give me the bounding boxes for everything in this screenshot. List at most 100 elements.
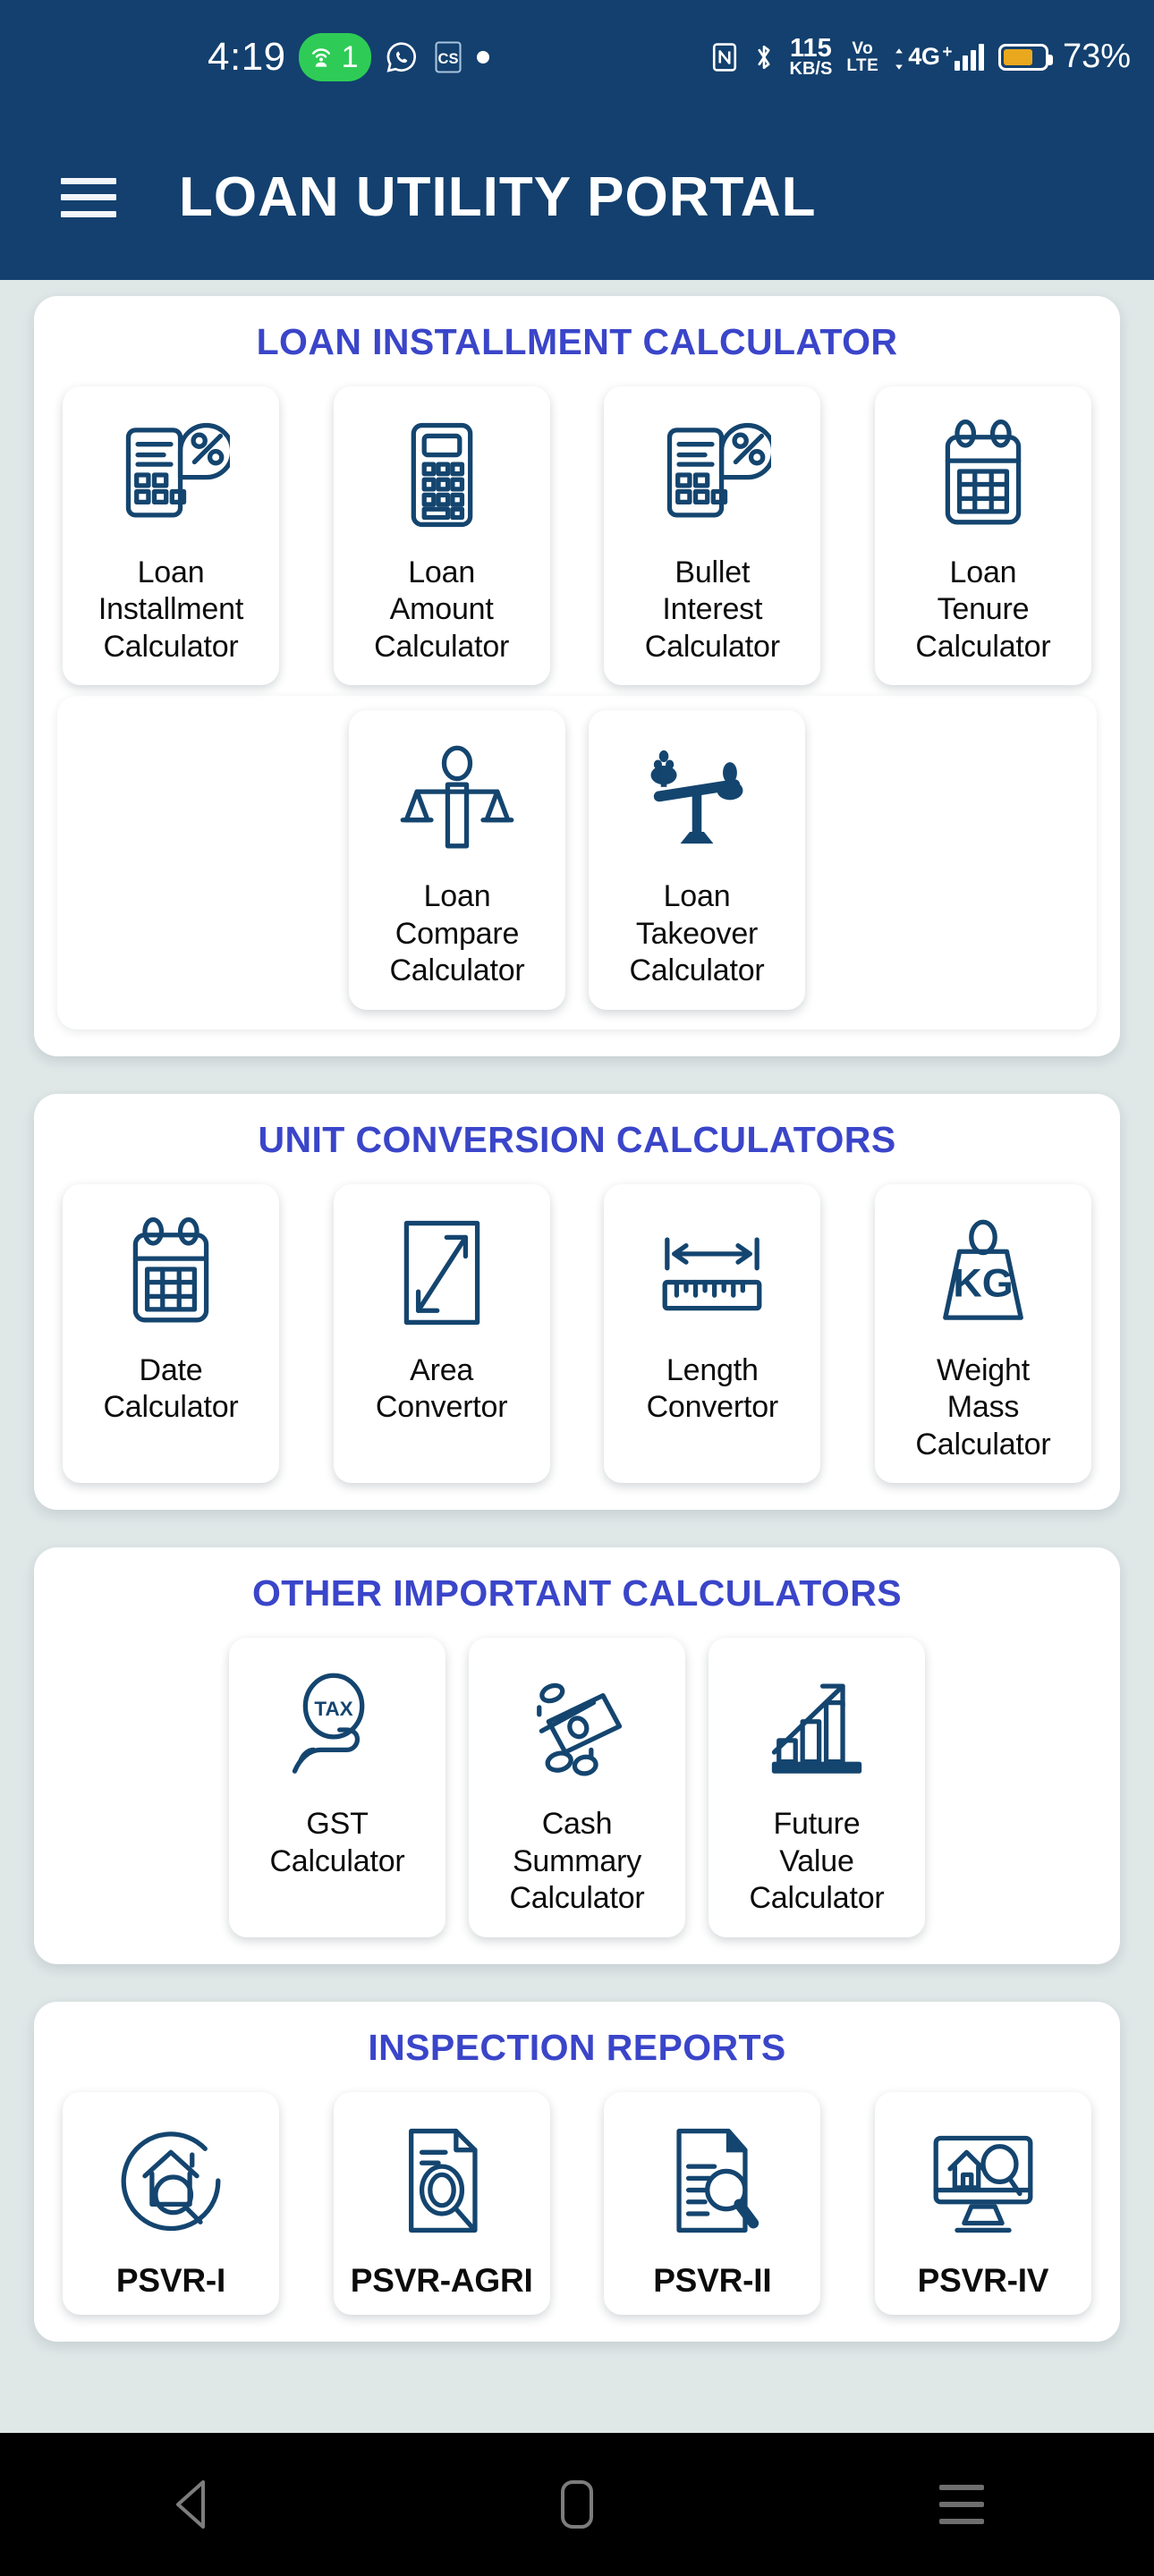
section-title: UNIT CONVERSION CALCULATORS bbox=[258, 1118, 896, 1160]
calculator-pie-percent-icon bbox=[112, 408, 230, 542]
tile-loan-takeover-calculator[interactable]: Loan Takeover Calculator bbox=[589, 710, 805, 1010]
network-speed-value: 115 bbox=[790, 33, 832, 63]
app-bar: LOAN UTILITY PORTAL bbox=[0, 114, 1154, 280]
tile-label: PSVR-II bbox=[653, 2261, 772, 2299]
cash-notes-coins-icon bbox=[537, 1683, 623, 1776]
tile-loan-installment-calculator[interactable]: Loan Installment Calculator bbox=[63, 386, 279, 686]
main-content[interactable]: LOAN INSTALLMENT CALCULATOR Loan Installme… bbox=[0, 280, 1154, 2433]
calculator-icon bbox=[411, 422, 472, 528]
report-magnifier-icon bbox=[676, 2128, 759, 2233]
hamburger-menu-icon[interactable] bbox=[61, 177, 116, 217]
tax-hand-icon: TAX bbox=[278, 1659, 396, 1793]
nav-home-button[interactable] bbox=[523, 2464, 631, 2545]
svg-text:CS: CS bbox=[437, 51, 458, 67]
svg-text:KG: KG bbox=[953, 1259, 1013, 1305]
tile-label: Loan Tenure Calculator bbox=[915, 555, 1051, 664]
whatsapp-icon bbox=[386, 42, 416, 72]
system-navigation-bar bbox=[0, 2433, 1154, 2576]
section-other-important-calculators: OTHER IMPORTANT CALCULATORS TAX GST Calcula… bbox=[34, 1547, 1120, 1964]
tile-label: PSVR-AGRI bbox=[350, 2261, 533, 2299]
phone-screen: 4:19 1 CS 115 KB/S Vo LTE 4G + 73% LOAN … bbox=[0, 0, 1154, 2576]
tile-loan-tenure-calculator[interactable]: Loan Tenure Calculator bbox=[874, 386, 1091, 686]
tile-spacer bbox=[109, 710, 326, 1009]
section-title: LOAN INSTALLMENT CALCULATOR bbox=[256, 321, 898, 362]
tile-label: Weight Mass Calculator bbox=[915, 1352, 1051, 1462]
kg-weight-icon: KG bbox=[943, 1219, 1023, 1320]
tile-future-value-calculator[interactable]: Future Value Calculator bbox=[709, 1638, 925, 1937]
calendar-icon bbox=[132, 1216, 209, 1323]
growth-bar-chart-icon bbox=[758, 1659, 876, 1793]
house-magnifier-icon bbox=[112, 2114, 230, 2248]
tile-row: TAX GST Calculator Cash Summary Calculator Fut… bbox=[57, 1638, 1097, 1937]
tile-length-convertor[interactable]: Length Convertor bbox=[604, 1183, 821, 1484]
area-diagonal-arrow-icon bbox=[403, 1220, 479, 1325]
tax-hand-icon: TAX bbox=[292, 1673, 365, 1775]
tile-weight-mass-calculator[interactable]: KG Weight Mass Calculator bbox=[874, 1183, 1091, 1484]
status-bar-left: 4:19 1 CS bbox=[208, 33, 489, 81]
hotspot-count: 1 bbox=[341, 39, 359, 74]
tile-psvr-i[interactable]: PSVR-I bbox=[63, 2091, 279, 2315]
tile-label: Loan Amount Calculator bbox=[374, 555, 510, 664]
ruler-length-icon bbox=[662, 1237, 762, 1311]
battery-icon bbox=[997, 43, 1053, 71]
calculator-pie-percent-icon bbox=[667, 422, 772, 518]
document-magnifier-icon bbox=[408, 2128, 478, 2233]
tile-spacer bbox=[828, 710, 1045, 1009]
section-title: INSPECTION REPORTS bbox=[368, 2026, 786, 2068]
tile-row: Date Calculator Area Convertor Length Convert… bbox=[57, 1183, 1097, 1484]
bluetooth-icon bbox=[757, 45, 770, 70]
tile-psvr-ii[interactable]: PSVR-II bbox=[604, 2091, 821, 2315]
battery-percent-label: 73% bbox=[1062, 38, 1131, 76]
tile-label: Loan Takeover Calculator bbox=[629, 879, 765, 988]
tile-loan-amount-calculator[interactable]: Loan Amount Calculator bbox=[333, 386, 550, 686]
balance-scale-person-icon bbox=[398, 732, 516, 866]
tile-label: GST Calculator bbox=[269, 1807, 405, 1878]
recents-lines-icon bbox=[939, 2485, 984, 2524]
document-magnifier-icon bbox=[383, 2114, 501, 2248]
nfc-icon bbox=[712, 43, 736, 72]
calculator-icon bbox=[383, 408, 501, 542]
status-bar: 4:19 1 CS 115 KB/S Vo LTE 4G + 73% bbox=[0, 0, 1154, 114]
ruler-length-icon bbox=[653, 1206, 771, 1340]
tile-label: Cash Summary Calculator bbox=[509, 1807, 645, 1916]
kg-weight-icon: KG bbox=[924, 1206, 1042, 1340]
calculator-pie-percent-icon bbox=[653, 408, 772, 542]
network-plus-label: + bbox=[942, 43, 952, 63]
mobile-network-indicator: 4G + bbox=[893, 43, 984, 72]
network-speed-indicator: 115 KB/S bbox=[789, 33, 833, 80]
nav-back-button[interactable] bbox=[139, 2464, 246, 2545]
tile-psvr-agri[interactable]: PSVR-AGRI bbox=[333, 2091, 550, 2315]
growth-bar-chart-icon bbox=[771, 1683, 862, 1775]
nav-recents-button[interactable] bbox=[908, 2464, 1015, 2545]
tile-label: Length Convertor bbox=[646, 1352, 779, 1425]
calendar-icon bbox=[945, 419, 1022, 525]
section-loan-installment-calculator: LOAN INSTALLMENT CALCULATOR Loan Installme… bbox=[34, 296, 1120, 1056]
tile-label: Loan Installment Calculator bbox=[98, 555, 244, 664]
monitor-house-magnifier-icon bbox=[933, 2135, 1033, 2233]
tile-row: Loan Installment Calculator Loan Amount Calcu… bbox=[57, 386, 1097, 686]
network-speed-unit: KB/S bbox=[789, 59, 833, 80]
balance-scale-person-icon bbox=[400, 746, 514, 849]
tile-psvr-iv[interactable]: PSVR-IV bbox=[874, 2091, 1091, 2315]
tile-bullet-interest-calculator[interactable]: Bullet Interest Calculator bbox=[604, 386, 821, 686]
house-magnifier-icon bbox=[121, 2131, 221, 2231]
home-pill-icon bbox=[561, 2480, 593, 2529]
cs-app-icon: CS bbox=[435, 41, 462, 73]
tile-label: PSVR-I bbox=[115, 2261, 226, 2299]
tile-date-calculator[interactable]: Date Calculator bbox=[63, 1183, 279, 1484]
hotspot-badge: 1 bbox=[298, 33, 371, 81]
back-triangle-icon bbox=[176, 2480, 205, 2529]
signal-bars-icon bbox=[954, 44, 984, 72]
tile-label: Date Calculator bbox=[103, 1352, 239, 1425]
calendar-icon bbox=[112, 1206, 230, 1340]
calculator-pie-percent-icon bbox=[125, 422, 230, 518]
volte-indicator: Vo LTE bbox=[846, 40, 878, 74]
tile-label: Bullet Interest Calculator bbox=[644, 555, 780, 664]
tile-area-convertor[interactable]: Area Convertor bbox=[333, 1183, 550, 1484]
section-title: OTHER IMPORTANT CALCULATORS bbox=[252, 1572, 902, 1614]
tile-gst-calculator[interactable]: TAX GST Calculator bbox=[229, 1638, 445, 1937]
tile-cash-summary-calculator[interactable]: Cash Summary Calculator bbox=[469, 1638, 685, 1937]
tile-loan-compare-calculator[interactable]: Loan Compare Calculator bbox=[349, 710, 565, 1010]
network-type-label: 4G bbox=[908, 43, 940, 71]
page-title: LOAN UTILITY PORTAL bbox=[179, 166, 817, 228]
